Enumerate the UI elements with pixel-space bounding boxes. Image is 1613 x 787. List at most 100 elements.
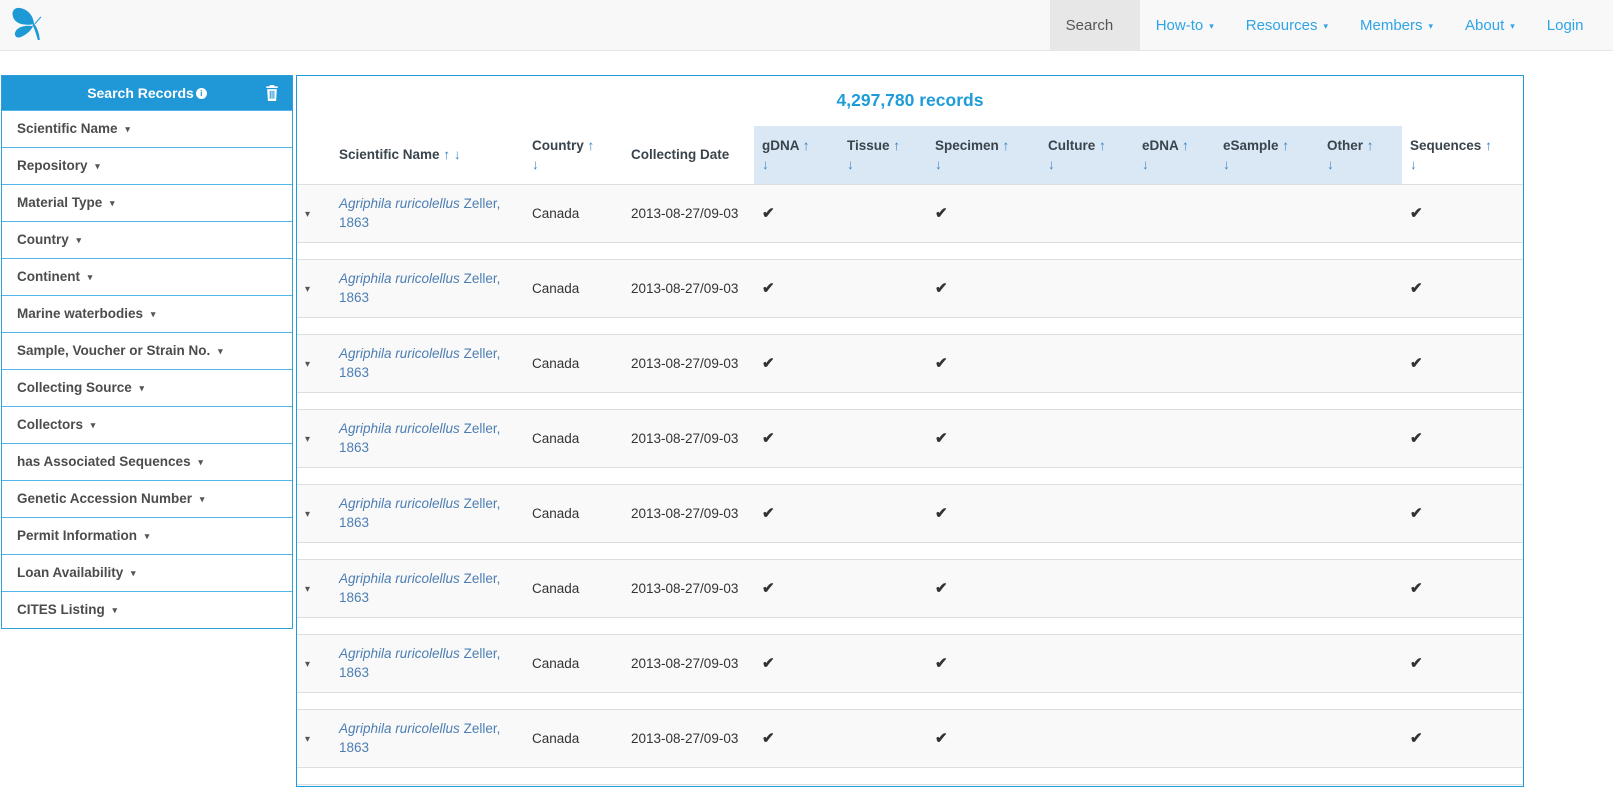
nav-item[interactable]: How-to ▾ <box>1140 0 1230 51</box>
filter-dropdown-item[interactable]: Country ▾ <box>2 221 292 258</box>
esample-cell: ✔ <box>1215 559 1319 617</box>
sort-asc-icon[interactable]: ↑ <box>1182 138 1189 153</box>
sort-desc-icon[interactable]: ↓ <box>1327 157 1334 172</box>
sort-desc-icon[interactable]: ↓ <box>762 157 769 172</box>
sort-asc-icon[interactable]: ↑ <box>803 138 810 153</box>
expand-row-icon[interactable]: ▾ <box>305 209 310 220</box>
filter-label: Collectors <box>17 417 83 432</box>
esample-cell: ✔ <box>1215 184 1319 242</box>
tissue-cell: ✔ <box>839 334 927 392</box>
sort-asc-icon[interactable]: ↑ <box>588 138 595 153</box>
filter-dropdown-item[interactable]: Loan Availability ▾ <box>2 554 292 591</box>
scientific-name-link[interactable]: Agriphila ruricolellus Zeller, 1863 <box>339 346 500 380</box>
col-edna: eDNA ↑ ↓ <box>1134 126 1215 184</box>
sort-asc-icon[interactable]: ↑ <box>1099 138 1106 153</box>
scientific-name-link[interactable]: Agriphila ruricolellus Zeller, 1863 <box>339 271 500 305</box>
filter-dropdown-item[interactable]: Collecting Source ▾ <box>2 369 292 406</box>
nav-item[interactable]: About ▾ <box>1449 0 1531 51</box>
chevron-down-icon: ▾ <box>1510 21 1515 32</box>
main-nav: Search ▾ How-to ▾ Resources ▾ Members ▾ … <box>1050 0 1610 51</box>
specimen-cell: ✔ <box>927 634 1040 692</box>
check-icon: ✔ <box>1410 430 1423 447</box>
sort-asc-icon[interactable]: ↑ <box>1485 138 1492 153</box>
filter-dropdown-item[interactable]: CITES Listing ▾ <box>2 591 292 628</box>
edna-cell: ✔ <box>1134 559 1215 617</box>
scientific-name-link[interactable]: Agriphila ruricolellus Zeller, 1863 <box>339 571 500 605</box>
scientific-name-link[interactable]: Agriphila ruricolellus Zeller, 1863 <box>339 196 500 230</box>
filter-dropdown-item[interactable]: Repository ▾ <box>2 147 292 184</box>
gdna-cell: ✔ <box>754 634 839 692</box>
info-icon[interactable]: i <box>196 88 207 99</box>
tissue-cell: ✔ <box>839 634 927 692</box>
filter-dropdown-item[interactable]: Genetic Accession Number ▾ <box>2 480 292 517</box>
esample-cell: ✔ <box>1215 259 1319 317</box>
expand-row-icon[interactable]: ▾ <box>305 284 310 295</box>
species-name: Agriphila ruricolellus <box>339 721 460 736</box>
culture-cell: ✔ <box>1040 259 1134 317</box>
expand-row-icon[interactable]: ▾ <box>305 509 310 520</box>
scientific-name-link[interactable]: Agriphila ruricolellus Zeller, 1863 <box>339 646 500 680</box>
species-name: Agriphila ruricolellus <box>339 271 460 286</box>
nav-item[interactable]: Login ▾ <box>1531 0 1610 51</box>
nav-item[interactable]: Search ▾ <box>1050 0 1140 51</box>
sort-desc-icon[interactable]: ↓ <box>1048 157 1055 172</box>
sort-asc-icon[interactable]: ↑ <box>1282 138 1289 153</box>
other-cell: ✔ <box>1319 634 1402 692</box>
expand-row-icon[interactable]: ▾ <box>305 734 310 745</box>
expand-row-icon[interactable]: ▾ <box>305 659 310 670</box>
filter-label: Scientific Name <box>17 121 118 136</box>
col-country: Country ↑ ↓ <box>524 126 623 184</box>
sort-desc-icon[interactable]: ↓ <box>1223 157 1230 172</box>
sort-desc-icon[interactable]: ↓ <box>1142 157 1149 172</box>
sequences-cell: ✔ <box>1402 334 1524 392</box>
filter-label: Repository <box>17 158 88 173</box>
sort-desc-icon[interactable]: ↓ <box>1410 157 1417 172</box>
sort-desc-icon[interactable]: ↓ <box>847 157 854 172</box>
filter-dropdown-item[interactable]: Material Type ▾ <box>2 184 292 221</box>
sort-asc-icon[interactable]: ↑ <box>1003 138 1010 153</box>
sort-desc-icon[interactable]: ↓ <box>935 157 942 172</box>
filter-dropdown-item[interactable]: Scientific Name ▾ <box>2 110 292 147</box>
check-icon: ✔ <box>935 505 948 522</box>
nav-item-label: Login <box>1547 17 1584 34</box>
expand-row-icon[interactable]: ▾ <box>305 584 310 595</box>
gdna-cell: ✔ <box>754 259 839 317</box>
specimen-cell: ✔ <box>927 709 1040 767</box>
nav-item[interactable]: Resources ▾ <box>1230 0 1344 51</box>
expand-row-icon[interactable]: ▾ <box>305 359 310 370</box>
esample-cell: ✔ <box>1215 634 1319 692</box>
specimen-cell: ✔ <box>927 334 1040 392</box>
col-label: Specimen <box>935 138 999 153</box>
site-logo[interactable] <box>0 0 47 51</box>
culture-cell: ✔ <box>1040 559 1134 617</box>
sort-desc-icon[interactable]: ↓ <box>532 157 539 172</box>
filter-dropdown-item[interactable]: Collectors ▾ <box>2 406 292 443</box>
check-icon: ✔ <box>762 280 775 297</box>
filter-dropdown-item[interactable]: Marine waterbodies ▾ <box>2 295 292 332</box>
record-detail-collapsed-row <box>297 242 1524 259</box>
esample-cell: ✔ <box>1215 334 1319 392</box>
culture-cell: ✔ <box>1040 634 1134 692</box>
sequences-cell: ✔ <box>1402 184 1524 242</box>
sort-asc-icon[interactable]: ↑ <box>443 147 450 162</box>
sort-asc-icon[interactable]: ↑ <box>893 138 900 153</box>
other-cell: ✔ <box>1319 484 1402 542</box>
filter-dropdown-item[interactable]: Sample, Voucher or Strain No. ▾ <box>2 332 292 369</box>
scientific-name-link[interactable]: Agriphila ruricolellus Zeller, 1863 <box>339 721 500 755</box>
tissue-cell: ✔ <box>839 559 927 617</box>
expand-row-icon[interactable]: ▾ <box>305 434 310 445</box>
sort-asc-icon[interactable]: ↑ <box>1367 138 1374 153</box>
collecting-date-cell: 2013-08-27/09-03 <box>623 334 754 392</box>
filter-dropdown-item[interactable]: Permit Information ▾ <box>2 517 292 554</box>
edna-cell: ✔ <box>1134 634 1215 692</box>
col-label: Tissue <box>847 138 890 153</box>
country-cell: Canada <box>524 184 623 242</box>
scientific-name-link[interactable]: Agriphila ruricolellus Zeller, 1863 <box>339 496 500 530</box>
sort-desc-icon[interactable]: ↓ <box>454 147 461 162</box>
clear-filters-button[interactable] <box>265 85 279 101</box>
record-row: ▾ Agriphila ruricolellus Zeller, 1863 Ca… <box>297 184 1524 242</box>
filter-dropdown-item[interactable]: Continent ▾ <box>2 258 292 295</box>
filter-dropdown-item[interactable]: has Associated Sequences ▾ <box>2 443 292 480</box>
scientific-name-link[interactable]: Agriphila ruricolellus Zeller, 1863 <box>339 421 500 455</box>
nav-item[interactable]: Members ▾ <box>1344 0 1449 51</box>
